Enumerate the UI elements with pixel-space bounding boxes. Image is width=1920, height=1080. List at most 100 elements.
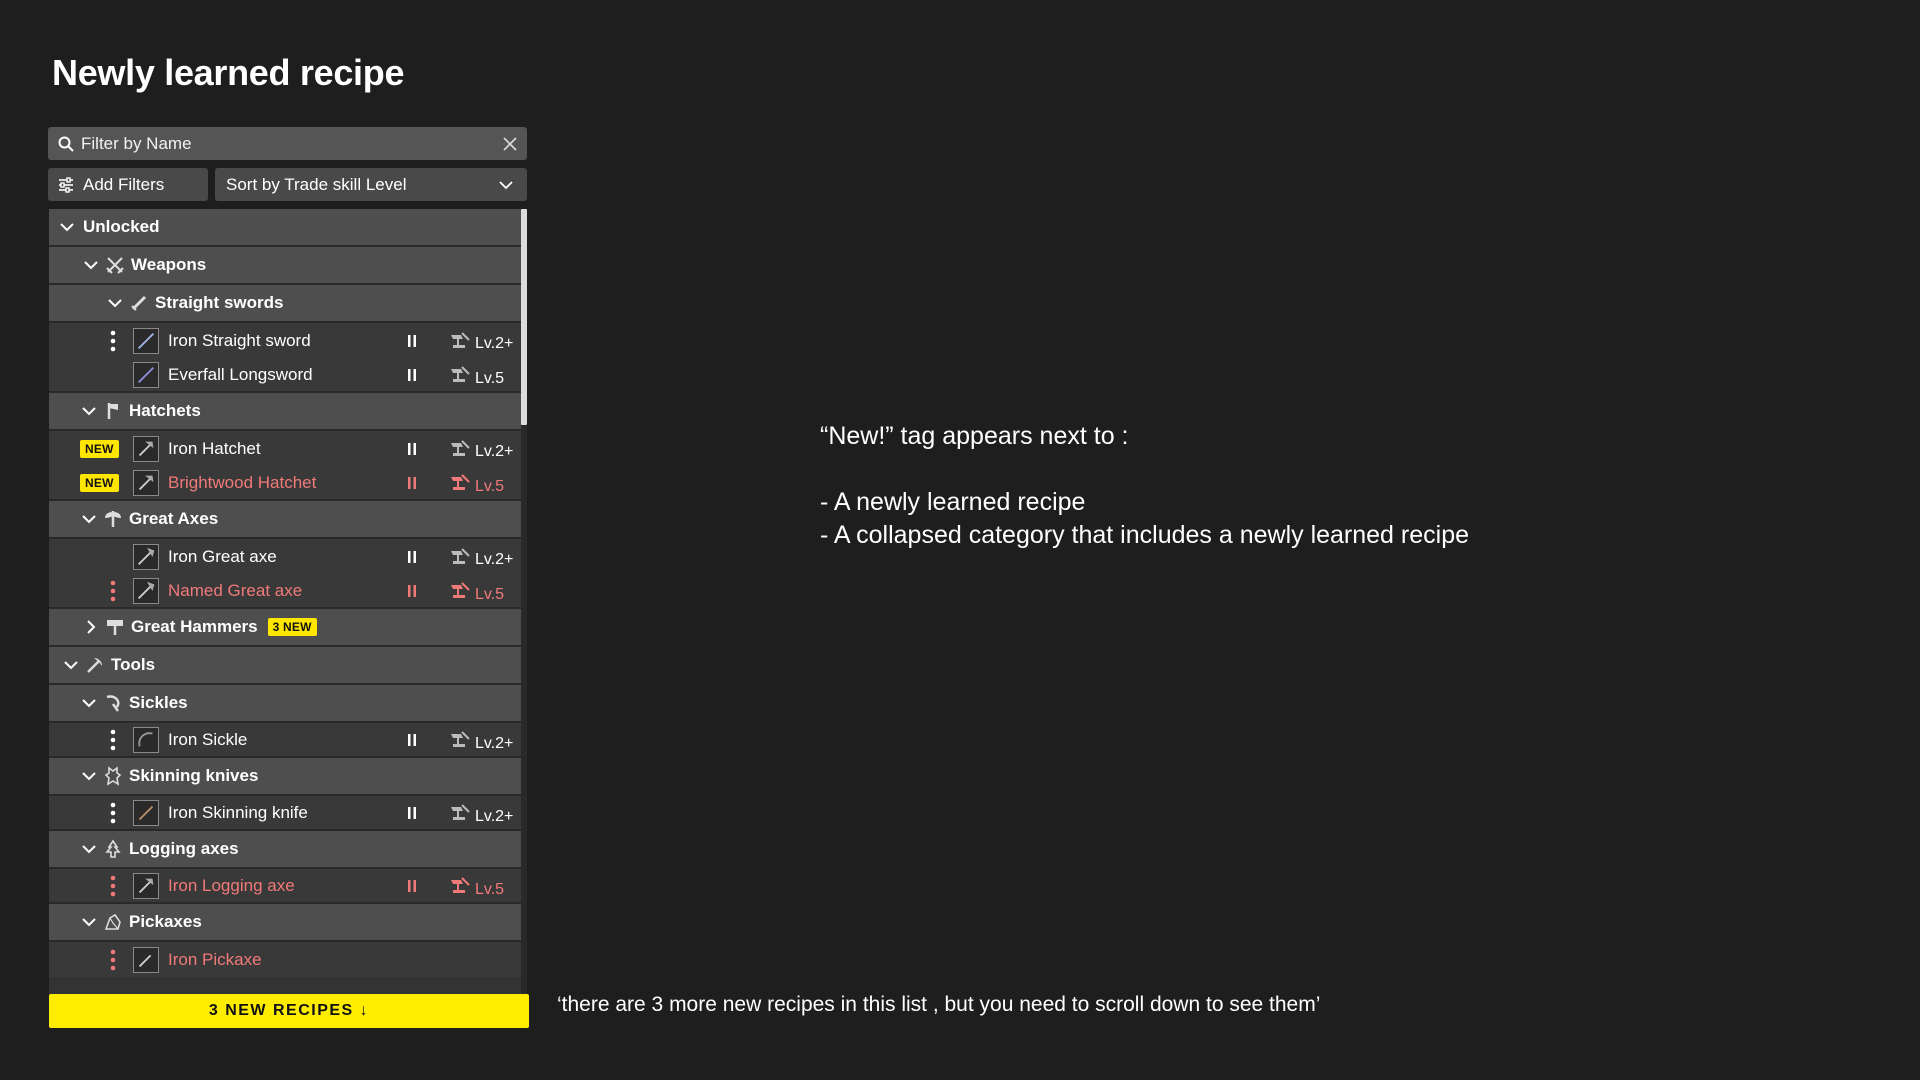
- pause-icon: [408, 584, 416, 597]
- pickaxe-thumbnail-icon: [133, 946, 159, 973]
- category-unlocked[interactable]: Unlocked: [49, 209, 521, 247]
- chevron-down-icon[interactable]: [81, 403, 97, 419]
- recipe-name: Iron Logging axe: [168, 875, 295, 895]
- more-options-icon[interactable]: [110, 330, 116, 352]
- recipe-row[interactable]: Iron Logging axe Lv.5: [49, 869, 521, 904]
- chevron-right-icon[interactable]: [83, 619, 99, 635]
- category-skinning-knives[interactable]: Skinning knives: [49, 758, 521, 796]
- trade-skill-level: Lv.2+: [475, 443, 514, 460]
- search-bar[interactable]: [48, 127, 527, 160]
- crossed-swords-icon: [106, 257, 124, 274]
- recipe-row[interactable]: Iron Great axe Lv.2+: [49, 539, 521, 574]
- search-input[interactable]: [81, 133, 501, 154]
- category-tools[interactable]: Tools: [49, 647, 521, 685]
- category-label: Sickles: [129, 693, 188, 712]
- great-hammer-icon: [107, 620, 123, 635]
- recipe-row[interactable]: Iron Sickle Lv.2+: [49, 723, 521, 758]
- category-weapons[interactable]: Weapons: [49, 247, 521, 285]
- recipe-row[interactable]: NEW Brightwood Hatchet Lv.5: [49, 466, 521, 501]
- hatchet-icon: [107, 403, 118, 419]
- category-label: Weapons: [131, 255, 207, 274]
- recipe-row[interactable]: Everfall Longsword Lv.5: [49, 358, 521, 393]
- anvil-hammer-icon: [451, 473, 470, 490]
- anvil-hammer-icon: [451, 331, 470, 348]
- pause-icon: [408, 879, 416, 892]
- sword-icon: [131, 295, 147, 311]
- category-label: Tools: [111, 655, 156, 674]
- category-label: Logging axes: [129, 839, 239, 858]
- chevron-down-icon[interactable]: [63, 657, 79, 673]
- chevron-down-icon[interactable]: [81, 695, 97, 711]
- recipe-name: Iron Skinning knife: [168, 802, 308, 822]
- category-pickaxes[interactable]: Pickaxes: [49, 904, 521, 942]
- hatchet-thumbnail-icon: [133, 469, 159, 496]
- more-options-icon[interactable]: [110, 802, 116, 824]
- category-hatchets[interactable]: Hatchets: [49, 393, 521, 431]
- pause-icon: [408, 368, 416, 381]
- page-title: Newly learned recipe: [52, 52, 405, 93]
- category-straight-swords[interactable]: Straight swords: [49, 285, 521, 323]
- pause-icon: [408, 476, 416, 489]
- recipe-name: Everfall Longsword: [168, 364, 313, 384]
- category-label: Straight swords: [155, 293, 284, 312]
- recipe-row[interactable]: NEW Iron Hatchet Lv.2+: [49, 431, 521, 466]
- add-filters-button[interactable]: Add Filters: [48, 168, 208, 201]
- pause-icon: [408, 550, 416, 563]
- recipe-name: Iron Pickaxe: [168, 949, 262, 969]
- trade-skill-level: Lv.5: [475, 478, 505, 495]
- recipe-name: Named Great axe: [168, 580, 303, 600]
- more-options-icon[interactable]: [110, 949, 116, 971]
- more-options-icon[interactable]: [110, 580, 116, 602]
- new-recipes-jump-button[interactable]: 3 NEW RECIPES ↓: [49, 994, 529, 1028]
- chevron-down-icon[interactable]: [81, 841, 97, 857]
- chevron-down-icon[interactable]: [59, 219, 75, 235]
- recipe-name: Iron Straight sword: [168, 330, 311, 350]
- sickle-icon: [106, 695, 120, 712]
- chevron-down-icon[interactable]: [81, 914, 97, 930]
- chevron-down-icon[interactable]: [83, 257, 99, 273]
- anvil-hammer-icon: [451, 439, 470, 456]
- category-great-hammers[interactable]: Great Hammers 3 NEW: [49, 609, 521, 647]
- anvil-hammer-icon: [451, 365, 470, 382]
- category-sickles[interactable]: Sickles: [49, 685, 521, 723]
- close-icon[interactable]: [501, 135, 519, 153]
- chevron-down-icon[interactable]: [81, 768, 97, 784]
- recipe-row[interactable]: Named Great axe Lv.5: [49, 574, 521, 609]
- recipe-list[interactable]: Unlocked Weapons Straight swords Iron St…: [49, 209, 521, 994]
- anvil-hammer-icon: [451, 581, 470, 598]
- recipe-row[interactable]: Iron Straight sword Lv.2+: [49, 323, 521, 358]
- search-icon: [58, 136, 74, 152]
- trade-skill-level: Lv.5: [475, 586, 505, 603]
- category-label: Unlocked: [83, 217, 160, 236]
- more-options-icon[interactable]: [110, 729, 116, 751]
- recipe-name: Iron Hatchet: [168, 438, 261, 458]
- scrollbar-thumb[interactable]: [521, 209, 527, 425]
- great-axe-thumbnail-icon: [133, 543, 159, 570]
- trade-skill-level: Lv.2+: [475, 551, 514, 568]
- trade-skill-level: Lv.2+: [475, 808, 514, 825]
- trade-skill-level: Lv.5: [475, 370, 505, 387]
- category-label: Skinning knives: [129, 766, 259, 785]
- recipe-name: Brightwood Hatchet: [168, 472, 317, 492]
- category-logging-axes[interactable]: Logging axes: [49, 831, 521, 869]
- chevron-down-icon[interactable]: [81, 511, 97, 527]
- great-axe-icon: [105, 511, 121, 527]
- anvil-hammer-icon: [451, 730, 470, 747]
- category-great-axes[interactable]: Great Axes: [49, 501, 521, 539]
- ore-icon: [104, 913, 121, 930]
- sword-thumbnail-icon: [133, 327, 159, 354]
- axe-thumbnail-icon: [133, 872, 159, 899]
- category-label: Great Hammers: [131, 617, 258, 636]
- pelt-icon: [104, 766, 122, 786]
- note-spacer: [820, 453, 1469, 486]
- trade-skill-level: Lv.5: [475, 881, 505, 898]
- great-axe-thumbnail-icon: [133, 577, 159, 604]
- scrollbar[interactable]: [521, 209, 527, 994]
- sort-select[interactable]: Sort by Trade skill Level: [215, 168, 527, 201]
- recipe-row[interactable]: Iron Pickaxe: [49, 942, 521, 977]
- recipe-row[interactable]: Iron Skinning knife Lv.2+: [49, 796, 521, 831]
- more-options-icon[interactable]: [110, 875, 116, 897]
- chevron-down-icon[interactable]: [107, 295, 123, 311]
- sword-thumbnail-icon: [133, 361, 159, 388]
- category-label: Hatchets: [129, 401, 201, 420]
